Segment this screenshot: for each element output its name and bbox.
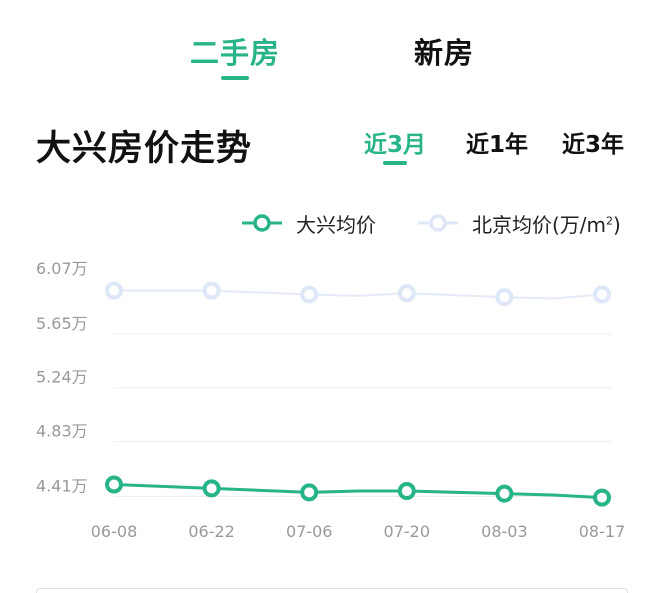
y-tick-label: 6.07万 bbox=[36, 259, 88, 278]
data-point-beijing bbox=[105, 281, 123, 300]
data-point-beijing bbox=[593, 285, 611, 304]
data-point-daxing bbox=[495, 484, 514, 503]
data-point-beijing bbox=[202, 281, 221, 300]
series-line-daxing bbox=[113, 482, 603, 500]
data-point-daxing bbox=[397, 482, 416, 501]
y-tick-label: 4.83万 bbox=[36, 421, 88, 440]
page: 二手房 新房 大兴房价走势 近3月 近1年 近3年 大兴均价 北京均价(万/m2… bbox=[0, 0, 660, 593]
data-point-beijing bbox=[495, 288, 514, 307]
x-tick-label: 07-06 bbox=[286, 522, 333, 541]
x-tick-label: 06-08 bbox=[91, 522, 138, 541]
data-point-daxing bbox=[300, 483, 319, 502]
bottom-card bbox=[36, 588, 628, 593]
data-point-daxing bbox=[202, 479, 221, 498]
x-tick-label: 07-20 bbox=[384, 522, 431, 541]
data-point-beijing bbox=[397, 284, 416, 303]
x-tick-label: 08-03 bbox=[481, 522, 528, 541]
y-tick-label: 5.24万 bbox=[36, 368, 88, 387]
x-tick-label: 08-17 bbox=[579, 522, 626, 541]
x-tick-label: 06-22 bbox=[188, 522, 235, 541]
y-tick-label: 5.65万 bbox=[36, 314, 88, 333]
y-tick-label: 4.41万 bbox=[36, 476, 88, 495]
data-point-beijing bbox=[300, 285, 319, 304]
data-point-daxing bbox=[593, 488, 611, 507]
series-line-beijing bbox=[114, 289, 603, 300]
data-point-daxing bbox=[105, 475, 123, 494]
price-trend-chart: 6.07万 5.65万 5.24万 4.83万 4.41万 06-08 06-22 07-06… bbox=[36, 259, 626, 541]
